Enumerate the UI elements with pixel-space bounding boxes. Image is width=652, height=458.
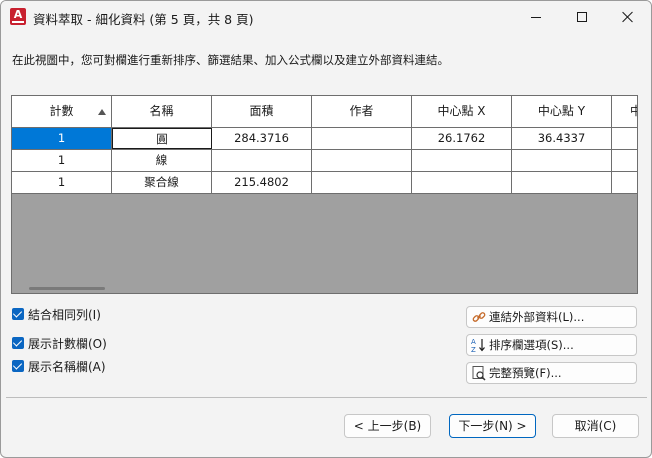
minimize-button[interactable] [513, 1, 559, 33]
combine-rows-checkbox[interactable] [12, 308, 24, 320]
show-name-label: 展示名稱欄(A) [28, 359, 106, 374]
full-preview-button[interactable]: 完整預覽(F)... [466, 362, 637, 384]
cell-partial[interactable] [612, 150, 637, 171]
cell-author[interactable] [312, 150, 412, 171]
svg-text:Z: Z [471, 346, 476, 353]
data-extraction-dialog: A 資料萃取 - 細化資料 (第 5 頁，共 8 頁) 在此視圖中，您可對欄進行… [0, 0, 652, 458]
show-count-option[interactable]: 展示計數欄(O) [12, 335, 107, 351]
cell-center-y[interactable] [512, 150, 612, 171]
cell-name[interactable]: 聚合線 [112, 172, 212, 193]
cell-author[interactable] [312, 128, 412, 149]
table-row[interactable]: 1 聚合線 215.4802 [12, 172, 637, 194]
show-count-checkbox[interactable] [12, 337, 24, 349]
data-grid[interactable]: 計數 名稱 面積 作者 中心點 X 中心點 Y 中 1 圓 284.3716 2… [11, 95, 638, 294]
next-button[interactable]: 下一步(N) > [449, 414, 536, 438]
sort-az-icon: AZ [471, 337, 487, 353]
cell-center-x[interactable] [412, 172, 512, 193]
instruction-text: 在此視圖中，您可對欄進行重新排序、篩選結果、加入公式欄以及建立外部資料連結。 [12, 53, 449, 67]
sort-columns-button[interactable]: AZ 排序欄選項(S)... [466, 334, 637, 356]
show-name-checkbox[interactable] [12, 360, 24, 372]
close-button[interactable] [605, 1, 651, 33]
sort-columns-label: 排序欄選項(S)... [489, 338, 574, 352]
cell-name[interactable]: 圓 [112, 128, 212, 149]
table-row[interactable]: 1 線 [12, 150, 637, 172]
combine-rows-label: 結合相同列(I) [28, 307, 101, 322]
svg-text:A: A [471, 338, 476, 346]
column-header-author[interactable]: 作者 [312, 96, 412, 127]
column-header-name[interactable]: 名稱 [112, 96, 212, 127]
link-external-data-button[interactable]: 連結外部資料(L)... [466, 306, 637, 328]
column-header-count[interactable]: 計數 [12, 96, 112, 127]
footer-divider [6, 397, 647, 398]
show-count-label: 展示計數欄(O) [28, 336, 107, 351]
cell-area[interactable] [212, 150, 312, 171]
minimize-icon [531, 16, 541, 18]
horizontal-scrollbar-thumb[interactable] [29, 287, 105, 290]
combine-rows-option[interactable]: 結合相同列(I) [12, 306, 101, 322]
cell-partial[interactable] [612, 172, 637, 193]
cell-count[interactable]: 1 [12, 150, 112, 171]
close-icon [622, 11, 634, 23]
title-bar: A 資料萃取 - 細化資料 (第 5 頁，共 8 頁) [1, 1, 651, 33]
cancel-button[interactable]: 取消(C) [552, 414, 639, 438]
cell-count[interactable]: 1 [12, 128, 112, 149]
maximize-icon [577, 12, 587, 22]
sort-ascending-icon [98, 109, 106, 115]
cell-author[interactable] [312, 172, 412, 193]
full-preview-label: 完整預覽(F)... [489, 366, 562, 380]
window-title: 資料萃取 - 細化資料 (第 5 頁，共 8 頁) [33, 12, 254, 27]
column-header-center-x[interactable]: 中心點 X [412, 96, 512, 127]
link-external-data-label: 連結外部資料(L)... [489, 310, 585, 324]
back-button[interactable]: < 上一步(B) [344, 414, 431, 438]
table-row[interactable]: 1 圓 284.3716 26.1762 36.4337 [12, 128, 637, 150]
cell-count[interactable]: 1 [12, 172, 112, 193]
cell-center-x[interactable]: 26.1762 [412, 128, 512, 149]
cell-area[interactable]: 284.3716 [212, 128, 312, 149]
cell-name[interactable]: 線 [112, 150, 212, 171]
cell-center-y[interactable] [512, 172, 612, 193]
preview-icon [471, 365, 487, 381]
cell-center-x[interactable] [412, 150, 512, 171]
column-header-partial[interactable]: 中 [612, 96, 637, 127]
autocad-app-icon: A [10, 8, 26, 25]
maximize-button[interactable] [559, 1, 605, 33]
cell-area[interactable]: 215.4802 [212, 172, 312, 193]
show-name-option[interactable]: 展示名稱欄(A) [12, 358, 106, 374]
grid-header: 計數 名稱 面積 作者 中心點 X 中心點 Y 中 [12, 96, 637, 128]
link-icon [471, 309, 487, 325]
cell-center-y[interactable]: 36.4337 [512, 128, 612, 149]
column-header-area[interactable]: 面積 [212, 96, 312, 127]
column-header-center-y[interactable]: 中心點 Y [512, 96, 612, 127]
cell-partial[interactable] [612, 128, 637, 149]
